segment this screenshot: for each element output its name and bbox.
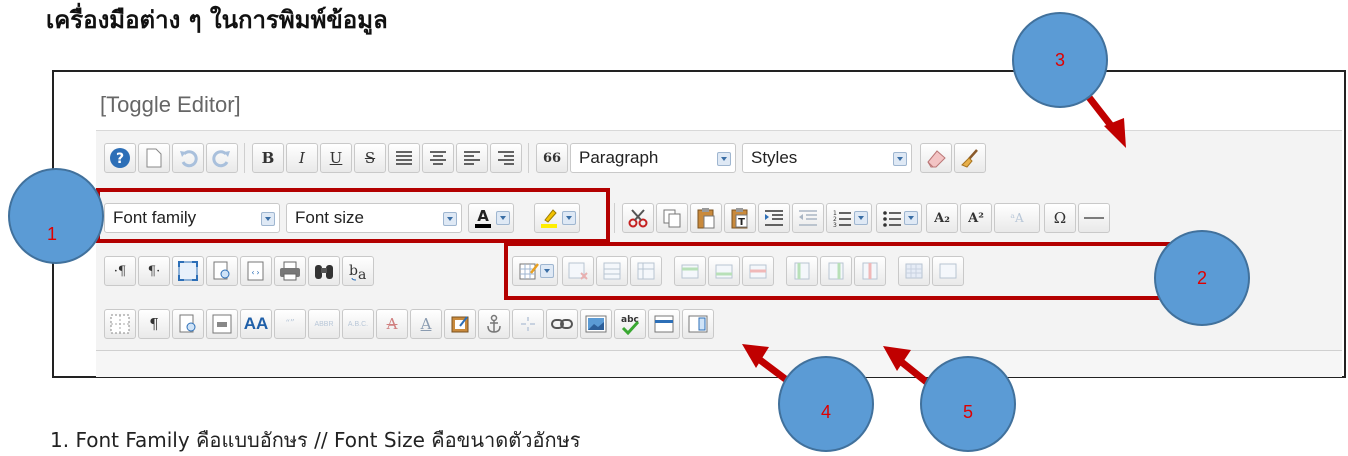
callout-2: 2 [1154,230,1250,326]
callout-number: 5 [962,401,973,422]
arrow-to-eraser [1084,92,1126,148]
callout-3: 3 [1012,12,1108,108]
caption-text: 1. Font Family คือแบบอักษร // Font Size … [50,428,581,452]
callout-number: 4 [820,401,831,422]
callout-4: 4 [778,356,874,452]
callout-arrows [742,92,1126,392]
callout-number: 3 [1054,49,1065,70]
callout-5: 5 [920,356,1016,452]
callout-1: 1 [8,168,104,264]
callout-number: 2 [1196,267,1207,288]
callout-number: 1 [46,223,57,244]
